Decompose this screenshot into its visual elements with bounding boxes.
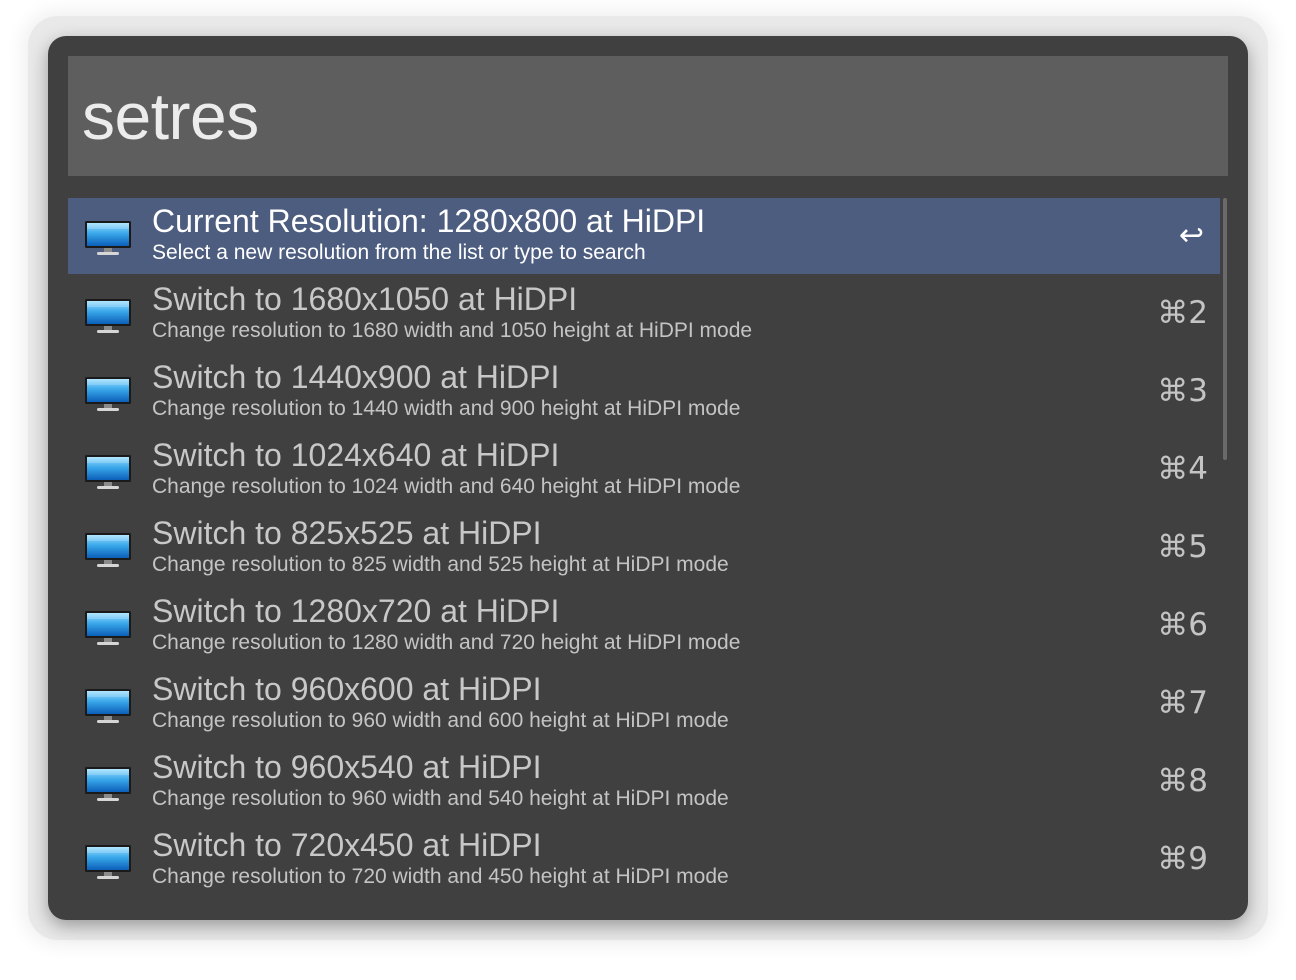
scrollbar-thumb[interactable] — [1223, 198, 1227, 460]
shortcut-label: ⌘5 — [1157, 529, 1208, 565]
display-icon — [85, 299, 131, 333]
result-row-960x540[interactable]: Switch to 960x540 at HiDPI Change resolu… — [68, 744, 1220, 820]
result-subtitle: Change resolution to 1280 width and 720 … — [152, 631, 741, 654]
result-title: Switch to 960x540 at HiDPI — [152, 749, 542, 785]
results-scrollbar[interactable] — [1223, 198, 1227, 900]
shortcut-label: ⌘9 — [1157, 841, 1208, 877]
result-subtitle: Change resolution to 1024 width and 640 … — [152, 475, 741, 498]
result-title: Switch to 1280x720 at HiDPI — [152, 593, 560, 629]
display-icon — [85, 767, 131, 801]
display-icon — [85, 221, 131, 255]
shortcut-label: ⌘2 — [1157, 295, 1208, 331]
result-row-current-resolution[interactable]: Current Resolution: 1280x800 at HiDPI Se… — [68, 198, 1220, 274]
result-subtitle: Change resolution to 1680 width and 1050… — [152, 319, 753, 342]
result-row-1024x640[interactable]: Switch to 1024x640 at HiDPI Change resol… — [68, 432, 1220, 508]
shortcut-label: ⌘7 — [1157, 685, 1208, 721]
result-title: Current Resolution: 1280x800 at HiDPI — [152, 203, 706, 239]
display-icon — [85, 689, 131, 723]
result-subtitle: Change resolution to 720 width and 450 h… — [152, 865, 729, 888]
result-title: Switch to 1680x1050 at HiDPI — [152, 281, 578, 317]
result-subtitle: Change resolution to 960 width and 600 h… — [152, 709, 729, 732]
shortcut-label: ⌘4 — [1157, 451, 1208, 487]
search-query-text[interactable]: setres — [82, 76, 259, 156]
result-row-1280x720[interactable]: Switch to 1280x720 at HiDPI Change resol… — [68, 588, 1220, 664]
result-title: Switch to 960x600 at HiDPI — [152, 671, 542, 707]
shortcut-label: ⌘8 — [1157, 763, 1208, 799]
result-title: Switch to 1024x640 at HiDPI — [152, 437, 560, 473]
result-subtitle: Change resolution to 960 width and 540 h… — [152, 787, 729, 810]
result-subtitle: Change resolution to 1440 width and 900 … — [152, 397, 741, 420]
result-row-1680x1050[interactable]: Switch to 1680x1050 at HiDPI Change reso… — [68, 276, 1220, 352]
search-field[interactable]: setres — [68, 56, 1228, 176]
result-subtitle: Select a new resolution from the list or… — [152, 241, 646, 264]
result-row-960x600[interactable]: Switch to 960x600 at HiDPI Change resolu… — [68, 666, 1220, 742]
shortcut-label: ⌘6 — [1157, 607, 1208, 643]
result-row-720x450[interactable]: Switch to 720x450 at HiDPI Change resolu… — [68, 822, 1220, 898]
result-row-825x525[interactable]: Switch to 825x525 at HiDPI Change resolu… — [68, 510, 1220, 586]
result-title: Switch to 825x525 at HiDPI — [152, 515, 542, 551]
shortcut-label: ⌘3 — [1157, 373, 1208, 409]
result-row-1440x900[interactable]: Switch to 1440x900 at HiDPI Change resol… — [68, 354, 1220, 430]
display-icon — [85, 455, 131, 489]
display-icon — [85, 533, 131, 567]
display-icon — [85, 845, 131, 879]
result-subtitle: Change resolution to 825 width and 525 h… — [152, 553, 729, 576]
display-icon — [85, 611, 131, 645]
result-title: Switch to 720x450 at HiDPI — [152, 827, 542, 863]
display-icon — [85, 377, 131, 411]
results-list: Current Resolution: 1280x800 at HiDPI Se… — [68, 198, 1220, 900]
return-key-icon: ↩ — [1178, 218, 1204, 253]
launcher-window: setres Current Resolution: 1280x800 at H… — [48, 36, 1248, 920]
result-title: Switch to 1440x900 at HiDPI — [152, 359, 560, 395]
